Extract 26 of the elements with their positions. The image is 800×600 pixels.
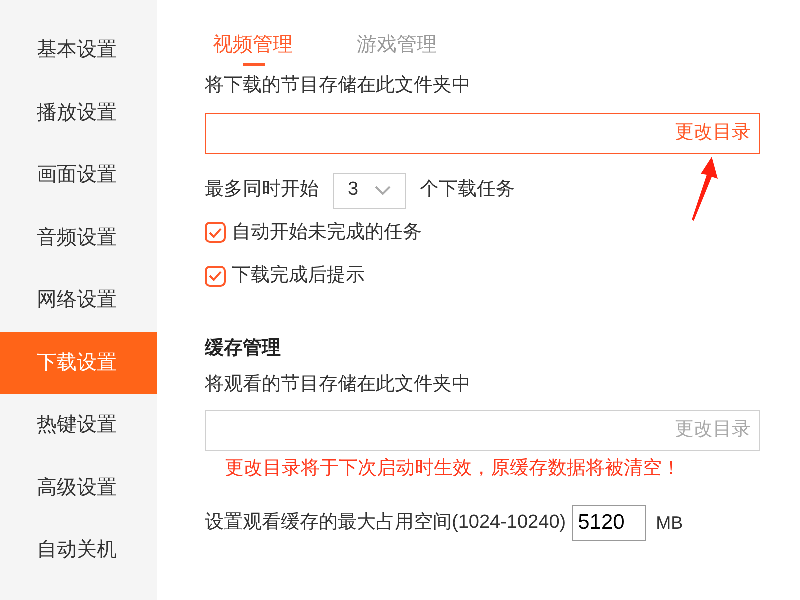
caption: 将观看的节目存储在此文件夹中 [205, 373, 472, 397]
checkmark-icon [209, 228, 222, 238]
sidebar-item[interactable]: 网络设置 [0, 269, 157, 332]
cache-size-field[interactable]: 5120 [572, 505, 646, 541]
max-tasks-label: 最多同时开始 [205, 178, 319, 202]
checkmark-icon [209, 271, 222, 282]
checkbox-label: 下载完成后提示 [232, 264, 365, 288]
max-tasks-suffix: 个下载任务 [420, 178, 515, 202]
checkbox[interactable] [205, 266, 226, 287]
warning-text: 更改目录将于下次启动时生效，原缓存数据将被清空！ [224, 456, 682, 480]
caption: 将下载的节目存储在此文件夹中 [205, 74, 472, 98]
cache-size-label: 设置观看缓存的最大占用空间(1024-10240) [205, 510, 566, 535]
chevron-down-icon [375, 186, 391, 196]
section-heading: 缓存管理 [205, 336, 282, 360]
checkbox-label: 自动开始未完成的任务 [232, 220, 422, 244]
cache-size-unit: MB [656, 512, 684, 534]
sidebar-item[interactable]: 音频设置 [0, 206, 157, 269]
sidebar-item[interactable]: 自动关机 [0, 519, 157, 582]
sidebar-item[interactable]: 高级设置 [0, 456, 157, 519]
sidebar-item[interactable]: 画面设置 [0, 144, 157, 206]
sidebar-item[interactable]: 热键设置 [0, 394, 157, 456]
max-tasks-select[interactable]: 3 [333, 172, 406, 208]
annotation-arrow [690, 157, 720, 221]
sidebar-item[interactable]: 播放设置 [0, 82, 157, 144]
checkbox[interactable] [205, 222, 226, 244]
sidebar-item[interactable]: 基本设置 [0, 19, 157, 82]
